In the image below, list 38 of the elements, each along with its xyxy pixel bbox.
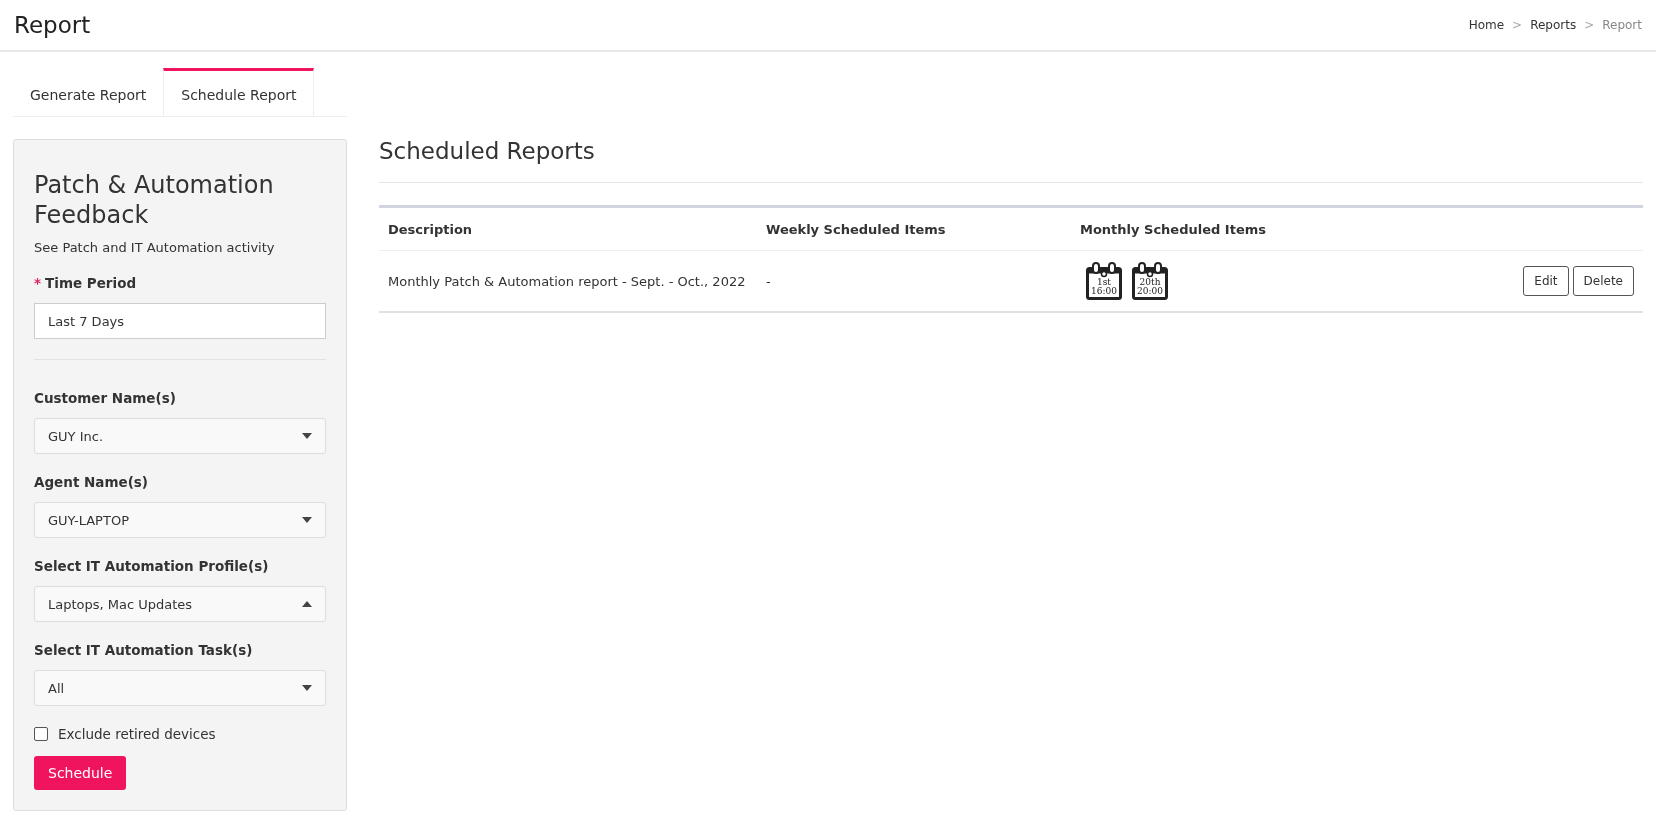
form-title: Patch & Automation Feedback [34, 170, 275, 230]
dropdown[interactable]: GUY-LAPTOP [34, 502, 326, 538]
calendar-icon [1086, 262, 1122, 300]
checkbox-label: Exclude retired devices [58, 726, 216, 742]
column-header: Monthly Scheduled Items [1079, 221, 1267, 237]
input-field[interactable]: Last 7 Days [34, 303, 326, 339]
table-cell-text: - [765, 273, 772, 289]
action-button[interactable]: Delete [1572, 266, 1634, 296]
form-subtitle: See Patch and IT Automation activity [34, 240, 276, 255]
dropdown[interactable]: Laptops, Mac Updates [34, 586, 326, 622]
tab[interactable]: Generate Report [13, 68, 164, 116]
dropdown[interactable]: All [34, 670, 326, 706]
page-title: Report [14, 12, 91, 38]
section-title: Scheduled Reports [379, 138, 596, 164]
breadcrumb-separator: > [1584, 18, 1595, 32]
required-marker: * [34, 275, 42, 291]
action-button[interactable]: Edit [1523, 266, 1569, 296]
field-label: Customer Name(s) [34, 390, 176, 406]
tab[interactable]: Schedule Report [163, 68, 315, 116]
column-header: Description [387, 221, 474, 237]
calendar-day: 1st [1097, 277, 1111, 287]
schedule-button[interactable]: Schedule [34, 756, 127, 790]
column-header: Weekly Scheduled Items [765, 221, 947, 237]
field-label: Select IT Automation Task(s) [34, 642, 253, 658]
breadcrumb-link[interactable]: Home [1468, 18, 1505, 32]
calendar-time: 16:00 [1091, 286, 1117, 296]
checkbox[interactable] [34, 727, 48, 741]
field-label: Agent Name(s) [34, 474, 149, 490]
breadcrumb-current: Report [1602, 18, 1642, 32]
dropdown[interactable]: GUY Inc. [34, 418, 326, 454]
breadcrumb-link[interactable]: Reports [1530, 18, 1577, 32]
calendar-time: 20:00 [1137, 286, 1163, 296]
calendar-icon [1132, 262, 1168, 300]
table-cell-text: Monthly Patch & Automation report - Sept. - Oct., 2022 [387, 273, 747, 289]
field-label: Time Period [45, 275, 137, 291]
calendar-day: 20th [1139, 277, 1161, 287]
field-label: Select IT Automation Profile(s) [34, 558, 269, 574]
breadcrumb-separator: > [1512, 18, 1523, 32]
